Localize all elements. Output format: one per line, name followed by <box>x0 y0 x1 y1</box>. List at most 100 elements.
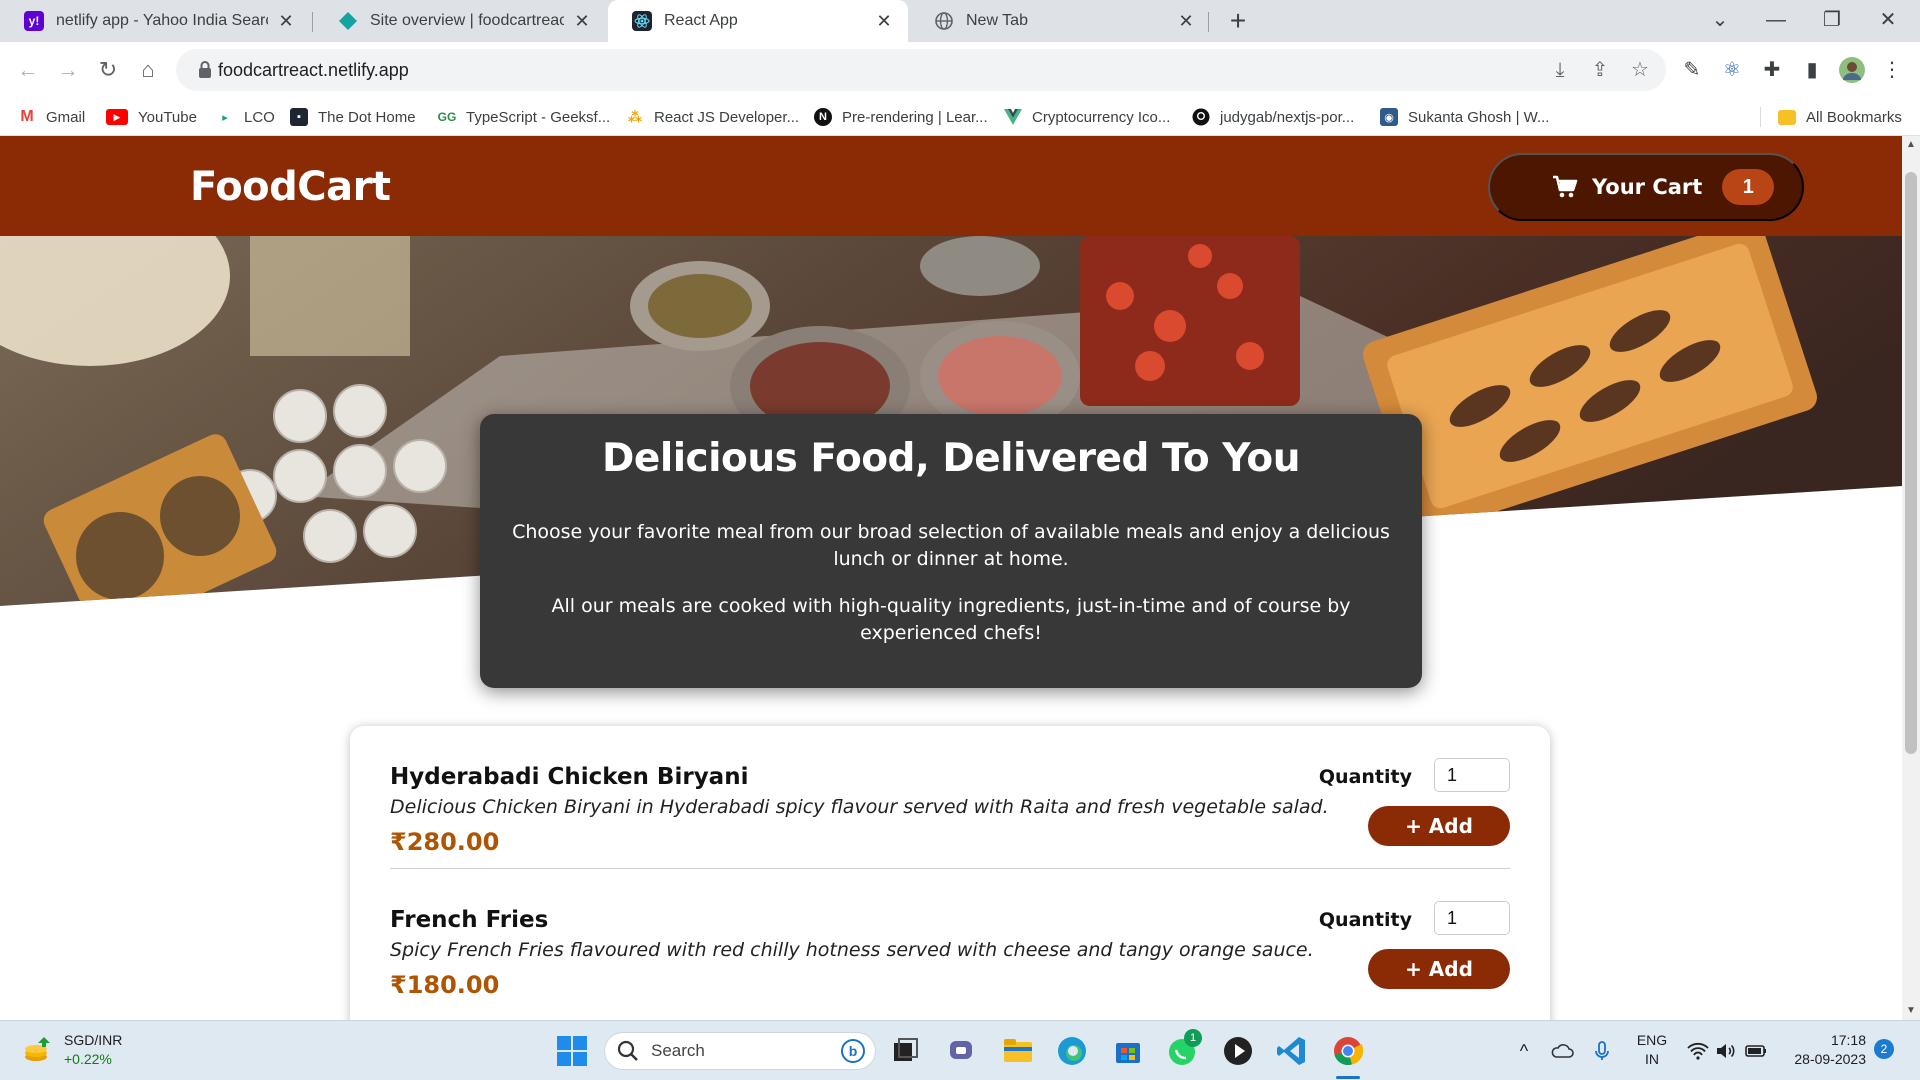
home-icon[interactable]: ⌂ <box>130 52 166 88</box>
chrome-menu-icon[interactable]: ⋮ <box>1878 56 1906 84</box>
page-scrollbar[interactable]: ▲ ▼ <box>1902 136 1920 1020</box>
system-clock[interactable]: 17:18 28-09-2023 <box>1786 1031 1866 1069</box>
teams-chat-icon[interactable] <box>944 1033 980 1069</box>
tab-react-app[interactable]: React App ✕ <box>608 0 908 42</box>
bookmark-youtube[interactable]: ▶ YouTube <box>106 98 197 136</box>
share-icon[interactable]: ⇪ <box>1588 58 1612 82</box>
vue-icon <box>1004 108 1022 126</box>
close-icon[interactable]: ✕ <box>276 11 296 32</box>
onedrive-cloud-icon[interactable] <box>1550 1039 1574 1063</box>
chrome-icon[interactable] <box>1330 1033 1366 1069</box>
bookmark-label: judygab/nextjs-por... <box>1220 108 1355 126</box>
edge-browser-icon[interactable] <box>1054 1033 1090 1069</box>
bookmark-the-dot-home[interactable]: ▪ The Dot Home <box>290 98 416 136</box>
quantity-input[interactable] <box>1434 901 1510 935</box>
profile-avatar[interactable] <box>1838 56 1866 84</box>
clock-time: 17:18 <box>1830 1032 1866 1048</box>
chrome-active-indicator <box>1336 1076 1360 1079</box>
vscode-icon[interactable] <box>1274 1033 1310 1069</box>
all-bookmarks-folder[interactable]: All Bookmarks <box>1778 98 1902 136</box>
bookmark-judygab[interactable]: judygab/nextjs-por... <box>1192 98 1354 136</box>
bookmark-label: Pre-rendering | Lear... <box>842 108 988 126</box>
currency-change: +0.22% <box>64 1051 112 1067</box>
extensions-puzzle-icon[interactable]: ✚ <box>1758 56 1786 84</box>
lco-icon: ▸ <box>216 108 234 126</box>
bing-icon[interactable]: b <box>841 1039 865 1063</box>
geeksforgeeks-icon: GG <box>437 108 457 126</box>
tab-yahoo-search[interactable]: y! netlify app - Yahoo India Search ✕ <box>0 0 310 42</box>
minimize-icon[interactable]: — <box>1748 0 1804 42</box>
add-to-cart-button[interactable]: + Add <box>1368 949 1510 989</box>
bookmark-cryptocurrency[interactable]: Cryptocurrency Ico... <box>1004 98 1170 136</box>
quantity-input[interactable] <box>1434 758 1510 792</box>
bookmark-label: Gmail <box>46 108 86 126</box>
bookmark-typescript-geeks[interactable]: GG TypeScript - Geeksf... <box>438 98 610 136</box>
scroll-thumb[interactable] <box>1905 172 1917 754</box>
microphone-icon[interactable] <box>1590 1039 1614 1063</box>
bookmark-label: The Dot Home <box>318 108 416 126</box>
taskbar-search[interactable]: Search b <box>604 1032 876 1070</box>
tab-search-chevron-icon[interactable]: ⌄ <box>1692 0 1748 42</box>
search-placeholder: Search <box>651 1041 705 1060</box>
eyedropper-extension-icon[interactable]: ✎ <box>1678 56 1706 84</box>
back-arrow-icon[interactable]: ← <box>10 52 46 88</box>
bookmark-label: Sukanta Ghosh | W... <box>1408 108 1550 126</box>
forward-arrow-icon[interactable]: → <box>50 52 86 88</box>
gmail-icon: M <box>18 108 36 126</box>
summary-paragraph-2: All our meals are cooked with high-quali… <box>551 595 1351 644</box>
currency-widget[interactable]: SGD/INR +0.22% <box>22 1031 122 1069</box>
tab-new-tab[interactable]: New Tab ✕ <box>910 0 1210 42</box>
microsoft-store-icon[interactable] <box>1110 1033 1146 1069</box>
page-viewport: FoodCart Your Cart 1 Delicious Food, Del… <box>0 136 1902 1020</box>
new-tab-plus-icon[interactable]: + <box>1221 4 1255 38</box>
github-icon <box>1192 108 1210 126</box>
media-player-icon[interactable] <box>1220 1033 1256 1069</box>
folder-icon <box>1778 109 1796 125</box>
meal-price: ₹180.00 <box>390 971 500 999</box>
profile-icon: ◉ <box>1380 108 1398 126</box>
reload-icon[interactable]: ↻ <box>90 52 126 88</box>
tray-overflow-chevron-icon[interactable]: ^ <box>1512 1039 1536 1063</box>
close-icon[interactable]: ✕ <box>572 11 592 32</box>
side-panel-icon[interactable]: ▮ <box>1798 56 1826 84</box>
bookmark-sukanta-ghosh[interactable]: ◉ Sukanta Ghosh | W... <box>1380 98 1549 136</box>
meal-item-french-fries: French Fries Spicy French Fries flavoure… <box>390 869 1510 1012</box>
bookmark-lco[interactable]: ▸ LCO <box>216 98 275 136</box>
summary-card: Delicious Food, Delivered To You Choose … <box>480 414 1422 688</box>
lock-icon[interactable] <box>198 60 212 80</box>
bookmark-label: YouTube <box>138 108 197 126</box>
address-bar[interactable]: foodcartreact.netlify.app ⤓ ⇪ ☆ <box>176 49 1666 91</box>
close-icon[interactable]: ✕ <box>1176 11 1196 32</box>
window-close-icon[interactable]: ✕ <box>1860 0 1916 42</box>
wifi-icon[interactable] <box>1686 1039 1710 1063</box>
volume-icon[interactable] <box>1714 1039 1738 1063</box>
add-to-cart-button[interactable]: + Add <box>1368 806 1510 846</box>
notification-count-badge[interactable]: 2 <box>1874 1039 1894 1059</box>
windows-start-icon[interactable] <box>554 1033 590 1069</box>
meal-name: French Fries <box>390 907 549 933</box>
bookmark-star-icon[interactable]: ☆ <box>1628 58 1652 82</box>
tab-netlify-overview[interactable]: Site overview | foodcartreact | N ✕ <box>314 0 606 42</box>
tab-title: netlify app - Yahoo India Search <box>56 12 268 29</box>
react-devtools-icon[interactable]: ⚛ <box>1718 56 1746 84</box>
task-view-icon[interactable] <box>888 1033 924 1069</box>
close-icon[interactable]: ✕ <box>874 11 894 32</box>
install-app-icon[interactable]: ⤓ <box>1548 58 1572 82</box>
url-text[interactable]: foodcartreact.netlify.app <box>218 60 409 81</box>
cart-label: Your Cart <box>1592 175 1703 199</box>
file-explorer-icon[interactable] <box>1000 1033 1036 1069</box>
bookmarks-bar: M Gmail ▶ YouTube ▸ LCO ▪ The Dot Home G… <box>0 98 1920 136</box>
language-indicator[interactable]: ENG IN <box>1636 1031 1668 1069</box>
battery-icon[interactable] <box>1744 1039 1768 1063</box>
cart-button[interactable]: Your Cart 1 <box>1488 153 1804 221</box>
scroll-down-arrow-icon[interactable]: ▼ <box>1902 1002 1920 1020</box>
bookmark-gmail[interactable]: M Gmail <box>18 98 85 136</box>
bookmark-react-developer[interactable]: ⁂ React JS Developer... <box>626 98 799 136</box>
meal-description: Spicy French Fries flavoured with red ch… <box>390 939 1314 961</box>
bookmark-pre-rendering[interactable]: N Pre-rendering | Lear... <box>814 98 988 136</box>
clock-date: 28-09-2023 <box>1794 1051 1866 1067</box>
cart-icon <box>1553 175 1578 198</box>
scroll-up-arrow-icon[interactable]: ▲ <box>1902 136 1920 154</box>
restore-icon[interactable]: ❐ <box>1804 0 1860 42</box>
search-icon <box>617 1040 638 1061</box>
